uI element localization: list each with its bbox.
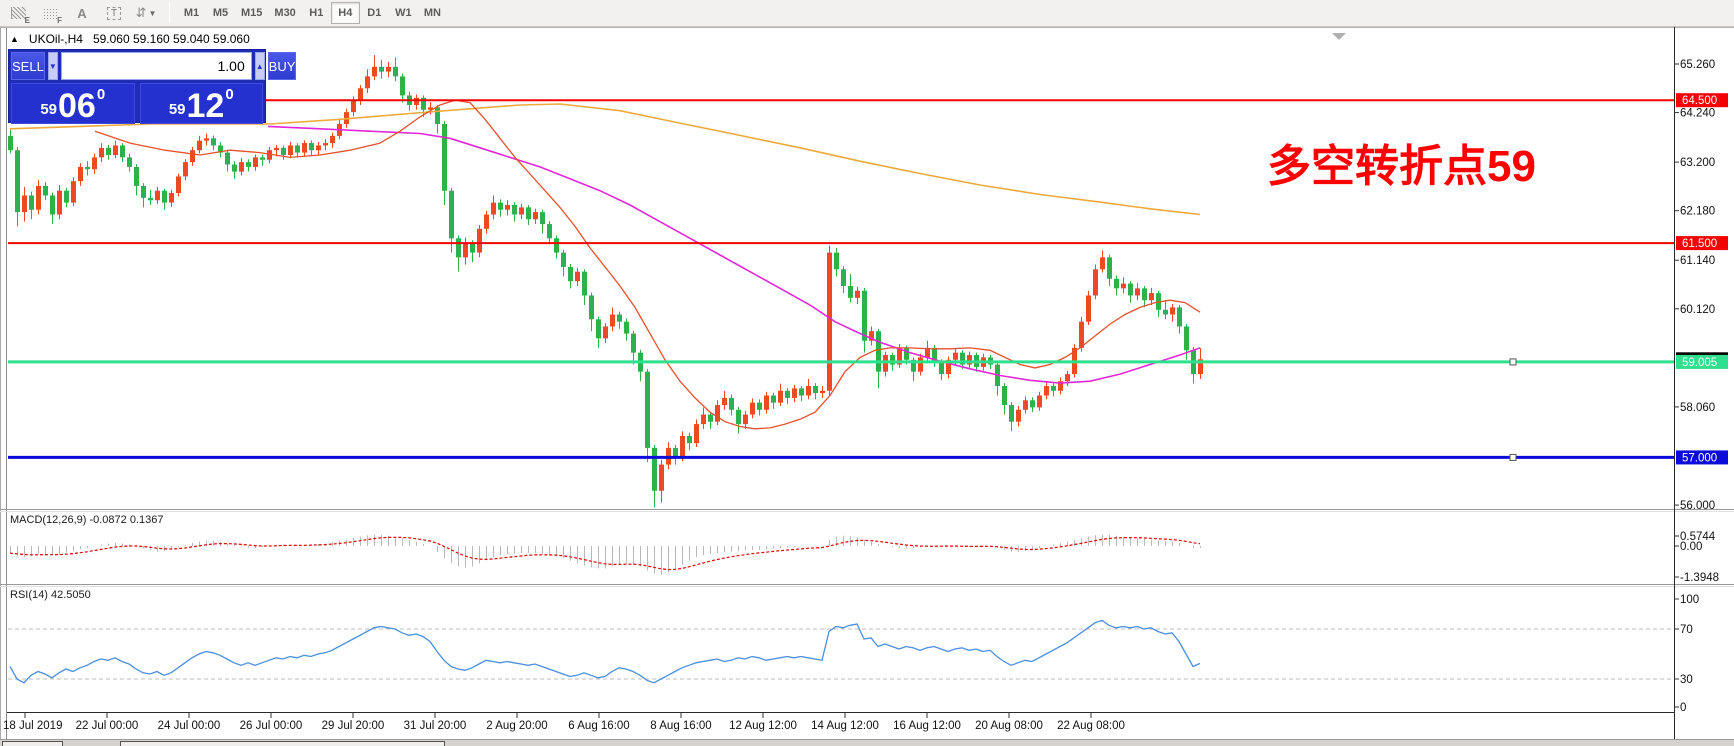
svg-text:24 Jul 00:00: 24 Jul 00:00 — [158, 720, 221, 732]
line-handle[interactable] — [1510, 454, 1516, 460]
timeframe-button-mn[interactable]: MN — [418, 2, 447, 24]
chart-window: 64.500 61.500 59.005 57.000 65.260 64.240 63.2… — [0, 27, 1734, 739]
dock-tab[interactable] — [2, 741, 63, 746]
timeframe-button-m1[interactable]: M1 — [177, 2, 206, 24]
svg-text:30: 30 — [1680, 674, 1693, 686]
fibonacci-grid-icon[interactable]: F — [38, 3, 62, 24]
macd-histogram — [11, 534, 1201, 574]
arrange-arrows-icon[interactable]: ⇵▼ — [134, 3, 158, 24]
svg-text:64.240: 64.240 — [1680, 108, 1715, 120]
svg-text:70: 70 — [1680, 624, 1693, 636]
sell-price-sup: 0 — [97, 86, 105, 103]
collapse-panel-icon[interactable]: ▲ — [10, 34, 19, 44]
svg-text:29 Jul 20:00: 29 Jul 20:00 — [322, 720, 385, 732]
mt4-terminal: E F A T ⇵▼ M1M5M15M30H1H4D1W1MN — [0, 0, 1734, 746]
svg-text:56.000: 56.000 — [1680, 500, 1715, 512]
svg-text:65.260: 65.260 — [1680, 59, 1715, 71]
time-axis[interactable]: 18 Jul 2019 22 Jul 00:00 24 Jul 00:00 26 Ju… — [3, 713, 1125, 732]
timeframe-button-h4[interactable]: H4 — [331, 2, 360, 24]
toolbar-separator — [169, 3, 170, 23]
timeframe-button-m30[interactable]: M30 — [268, 2, 301, 24]
svg-text:57.000: 57.000 — [1682, 452, 1717, 464]
line-handle[interactable] — [1510, 359, 1516, 365]
price-axis[interactable]: 64.500 61.500 59.005 57.000 65.260 64.240 63.2… — [1674, 59, 1728, 714]
svg-text:0: 0 — [1680, 702, 1686, 714]
timeframe-buttons: M1M5M15M30H1H4D1W1MN — [177, 2, 447, 24]
volume-decrease-button[interactable]: ▼ — [48, 52, 58, 80]
sell-button[interactable]: SELL — [11, 52, 45, 80]
svg-text:6 Aug 16:00: 6 Aug 16:00 — [568, 720, 629, 732]
svg-text:0.00: 0.00 — [1680, 541, 1702, 553]
bottom-dock-edge — [0, 739, 1734, 746]
svg-text:59.005: 59.005 — [1682, 357, 1717, 369]
buy-price-tile[interactable]: 59 12 0 — [140, 83, 264, 124]
timeframe-button-m5[interactable]: M5 — [206, 2, 235, 24]
svg-text:14 Aug 12:00: 14 Aug 12:00 — [811, 720, 879, 732]
svg-text:16 Aug 12:00: 16 Aug 12:00 — [893, 720, 961, 732]
svg-text:60.120: 60.120 — [1680, 304, 1715, 316]
svg-text:12 Aug 12:00: 12 Aug 12:00 — [729, 720, 797, 732]
text-label-icon[interactable]: A — [70, 3, 94, 24]
sell-price-big: 06 — [58, 92, 96, 121]
timeframe-button-m15[interactable]: M15 — [235, 2, 268, 24]
timeframe-button-d1[interactable]: D1 — [360, 2, 389, 24]
symbol-period-label: UKOil-,H4 — [29, 32, 83, 46]
svg-text:8 Aug 16:00: 8 Aug 16:00 — [650, 720, 711, 732]
dropdown-caret-icon[interactable]: ▼ — [148, 9, 156, 18]
toolbar: E F A T ⇵▼ M1M5M15M30H1H4D1W1MN — [0, 0, 1734, 27]
svg-text:58.060: 58.060 — [1680, 402, 1715, 414]
sell-price-tile[interactable]: 59 06 0 — [11, 83, 135, 124]
text-box-icon[interactable]: T — [102, 3, 126, 24]
buy-price-sup: 0 — [225, 86, 233, 103]
svg-text:20 Aug 08:00: 20 Aug 08:00 — [975, 720, 1043, 732]
svg-text:64.500: 64.500 — [1682, 95, 1717, 107]
macd-label: MACD(12,26,9) -0.0872 0.1367 — [10, 514, 163, 526]
sell-price-prefix: 59 — [40, 101, 57, 118]
svg-text:100: 100 — [1680, 594, 1699, 606]
svg-text:61.140: 61.140 — [1680, 255, 1715, 267]
rsi-layer — [8, 620, 1674, 683]
moving-averages — [10, 100, 1200, 429]
expert-advisor-icon[interactable]: E — [6, 3, 30, 24]
svg-text:2 Aug 20:00: 2 Aug 20:00 — [486, 720, 547, 732]
rsi-label: RSI(14) 42.5050 — [10, 589, 91, 601]
timeframe-button-h1[interactable]: H1 — [302, 2, 331, 24]
svg-text:26 Jul 00:00: 26 Jul 00:00 — [240, 720, 303, 732]
dock-tab[interactable] — [120, 741, 445, 746]
svg-text:22 Jul 00:00: 22 Jul 00:00 — [76, 720, 139, 732]
volume-input[interactable] — [61, 52, 252, 80]
svg-text:22 Aug 08:00: 22 Aug 08:00 — [1057, 720, 1125, 732]
svg-text:62.180: 62.180 — [1680, 206, 1715, 218]
buy-price-big: 12 — [187, 92, 225, 121]
one-click-trade-panel: SELL ▼ ▲ BUY 59 06 0 59 12 0 — [8, 49, 266, 123]
chart-canvas[interactable]: 64.500 61.500 59.005 57.000 65.260 64.240 63.2… — [0, 27, 1734, 739]
chart-title: ▲ UKOil-,H4 59.060 59.160 59.040 59.060 — [10, 32, 250, 46]
buy-price-prefix: 59 — [169, 101, 186, 118]
chart-text-annotation[interactable]: 多空转折点59 — [1267, 145, 1536, 189]
chart-shift-marker-icon[interactable] — [1332, 33, 1346, 40]
ohlc-values: 59.060 59.160 59.040 59.060 — [93, 32, 250, 46]
buy-button[interactable]: BUY — [268, 52, 297, 80]
timeframe-button-w1[interactable]: W1 — [389, 2, 418, 24]
volume-increase-button[interactable]: ▲ — [255, 52, 265, 80]
svg-text:61.500: 61.500 — [1682, 238, 1717, 250]
svg-text:18 Jul 2019: 18 Jul 2019 — [3, 720, 62, 732]
svg-text:31 Jul 20:00: 31 Jul 20:00 — [404, 720, 467, 732]
svg-text:-1.3948: -1.3948 — [1680, 572, 1719, 584]
svg-text:63.200: 63.200 — [1680, 157, 1715, 169]
